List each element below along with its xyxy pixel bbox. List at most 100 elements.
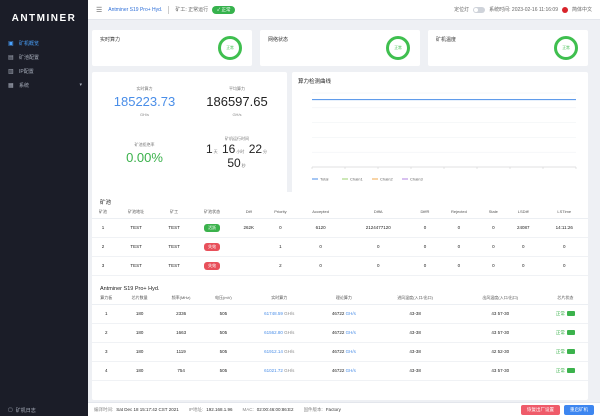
- ip-label: IP地址:: [188, 406, 204, 412]
- column-header: 芯片状态: [542, 292, 588, 305]
- table-cell: 0: [412, 256, 438, 276]
- build-time-label: 编译时间:: [94, 406, 114, 412]
- sidebar-item-overview[interactable]: ▣ 矿机概览: [0, 36, 88, 50]
- table-cell: 43-38: [372, 342, 458, 362]
- column-header: Accepted: [297, 206, 344, 219]
- unit: 分: [263, 149, 268, 154]
- table-cell: 43-38: [372, 323, 458, 343]
- column-header: 矿池地址: [114, 206, 159, 219]
- status-ring: 正常: [218, 36, 242, 60]
- status-badge: ✓ 正常: [212, 5, 236, 14]
- firmware-value: Factory: [325, 407, 341, 412]
- reboot-button[interactable]: 重启矿机: [564, 404, 594, 415]
- ideal-rate-cell: 46722 GH/s: [315, 323, 373, 343]
- column-header: Stale: [480, 206, 506, 219]
- table-row: 2 TEST TEST 失效 1 0 0 0 0 0 0 0: [92, 237, 588, 257]
- network-icon: ▥: [8, 68, 14, 75]
- realtime-rate-cell: 61912.14 GH/s: [243, 342, 316, 362]
- table-cell: TEST: [114, 256, 159, 276]
- table-cell: 0: [540, 237, 588, 257]
- column-header: Diff: [234, 206, 264, 219]
- column-header: DiffA: [343, 206, 413, 219]
- system-icon: ▦: [8, 82, 14, 89]
- pool-icon: ▤: [8, 54, 14, 61]
- uptime-hours: 16: [221, 142, 236, 156]
- factory-reset-button[interactable]: 恢复出厂设置: [521, 404, 560, 415]
- table-cell: 1663: [158, 323, 204, 343]
- legend-label: Total: [320, 177, 329, 182]
- legend-label: Chain1: [350, 177, 363, 182]
- menu-icon[interactable]: ☰: [96, 6, 102, 14]
- hashrate-status-card: 实时算力 正常: [92, 30, 252, 66]
- table-cell: 2: [92, 323, 121, 343]
- status-ring: 正常: [554, 36, 578, 60]
- rate-value: 46722: [331, 330, 345, 335]
- table-cell: 活跃: [190, 218, 235, 238]
- column-header: 电压(mV): [203, 292, 244, 305]
- column-header: 矿工: [158, 206, 191, 219]
- mac-value: 02:00:46:00:86:E2: [256, 407, 294, 412]
- table-cell: 42 52-30: [457, 342, 543, 362]
- table-cell: 0: [480, 218, 506, 238]
- column-header: Priority: [263, 206, 298, 219]
- rate-unit: GH/s: [284, 311, 295, 316]
- column-header: LSDiff: [505, 206, 541, 219]
- chip-status-indicator: [566, 348, 575, 354]
- language-select[interactable]: 简体中文: [572, 6, 592, 13]
- column-header: 频率(MHz): [158, 292, 204, 305]
- table-cell: 1: [92, 218, 115, 238]
- legend-label: Chain3: [410, 177, 423, 182]
- system-time: 系统时间: 2023-02-16 11:16:09: [489, 7, 558, 13]
- rate-unit: GH/s: [345, 330, 356, 335]
- table-cell: 754: [158, 361, 204, 381]
- table-cell: 180: [120, 361, 159, 381]
- stat-value: 185223.73: [113, 94, 176, 109]
- uptime-minutes: 22: [248, 142, 263, 156]
- sidebar-item-label: 系统: [19, 82, 30, 89]
- hashrate-chart: Total Chain1 Chain2 Chain3: [311, 92, 577, 182]
- table-cell: 43-38: [372, 304, 458, 324]
- unit: 小时: [236, 149, 245, 154]
- table-cell: 505: [203, 323, 244, 343]
- table-cell: TEST: [158, 237, 191, 257]
- status-ring: 正常: [386, 36, 410, 60]
- legend-label: Chain2: [380, 177, 393, 182]
- sidebar-item-logs[interactable]: ▢ 矿机日志: [0, 404, 88, 416]
- ip-value: 192.168.1.96: [206, 407, 233, 412]
- table-cell: 43 57-30: [457, 304, 543, 324]
- chip-state-label: 正常: [555, 310, 565, 316]
- column-header: DiffR: [412, 206, 438, 219]
- rate-value: 61912.14: [264, 349, 283, 354]
- dashboard-icon: ▣: [8, 40, 14, 47]
- table-row: 1 TEST TEST 活跃 262K 0 6120 2124477120 0 0 0 24087 14…: [92, 218, 588, 238]
- ideal-rate-cell: 46722 GH/s: [315, 361, 373, 381]
- stat-value: 0.00%: [126, 150, 163, 165]
- chevron-down-icon: ▾: [79, 82, 82, 88]
- rate-unit: GH/s: [345, 311, 356, 316]
- table-cell: 1119: [158, 342, 204, 362]
- realtime-hashrate: 实时算力 185223.73 GH/s: [102, 86, 187, 117]
- table-row: 2 180 1663 505 61562.80 GH/s 46722 GH/s 43-38 4…: [92, 323, 588, 343]
- table-cell: 0: [540, 256, 588, 276]
- table-cell: 0: [263, 218, 298, 238]
- pool-table: 矿池 矿池地址 矿工 矿池状态 Diff Priority Accepted DiffA Dif…: [92, 206, 588, 276]
- sidebar-item-system[interactable]: ▦ 系统 ▾: [0, 78, 88, 92]
- table-cell: 0: [505, 256, 541, 276]
- table-cell: 2: [263, 256, 298, 276]
- column-header: 矿池状态: [190, 206, 235, 219]
- chip-state-cell: 正常: [542, 304, 588, 324]
- reject-rate: 矿池拒绝率 0.00%: [102, 142, 187, 165]
- rate-unit: GH/s: [284, 368, 295, 373]
- mac-label: MAC:: [242, 407, 254, 412]
- temperature-status-card: 矿机温度 正常: [428, 30, 588, 66]
- stat-caption: 平均算力: [229, 86, 245, 91]
- table-cell: 3: [92, 256, 115, 276]
- sidebar-item-ip-config[interactable]: ▥ IP配置: [0, 64, 88, 78]
- table-cell: TEST: [114, 237, 159, 257]
- stat-unit: GH/s: [139, 112, 150, 117]
- table-cell: 0: [505, 237, 541, 257]
- table-row: 3 TEST TEST 失效 2 0 0 0 0 0 0 0: [92, 256, 588, 276]
- locate-light-toggle[interactable]: [473, 6, 486, 13]
- table-cell: 262K: [234, 218, 264, 238]
- sidebar-item-pool-config[interactable]: ▤ 矿池配置: [0, 50, 88, 64]
